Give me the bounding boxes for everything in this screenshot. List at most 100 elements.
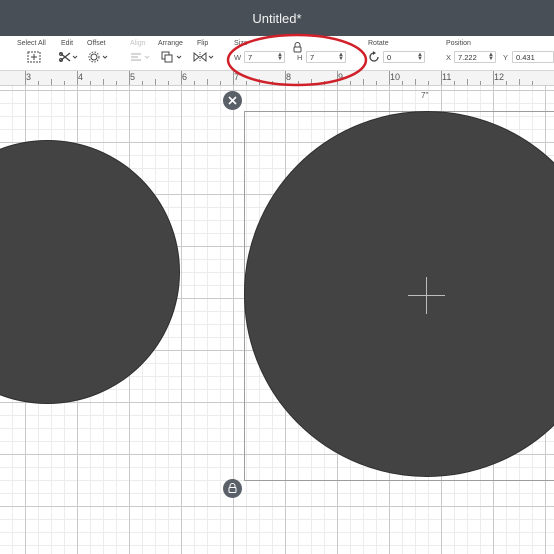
ruler-number: 4	[78, 72, 84, 82]
ruler-tick	[350, 81, 351, 85]
ruler-tick	[324, 81, 325, 85]
ruler-tick	[51, 79, 52, 85]
ruler-tick	[389, 71, 390, 85]
edit-icon[interactable]	[56, 50, 80, 64]
lock-icon	[228, 482, 237, 496]
ruler-number: 7	[234, 72, 240, 82]
selection-width-label: 7"	[421, 91, 429, 100]
ruler-tick	[519, 79, 520, 85]
ruler-number: 12	[494, 72, 505, 82]
width-field[interactable]: ▲▼	[244, 51, 285, 63]
align-label: Align	[130, 40, 146, 47]
ruler-number: 6	[182, 72, 188, 82]
delete-selection-button[interactable]	[223, 91, 242, 110]
offset-label: Offset	[87, 40, 106, 47]
flip-label: Flip	[197, 40, 209, 47]
select-all-icon[interactable]	[22, 50, 46, 64]
ruler-number: 9	[338, 72, 344, 82]
flip-group[interactable]: Flip	[190, 36, 218, 70]
edit-label: Edit	[61, 40, 74, 47]
ruler-tick	[246, 81, 247, 85]
ruler-tick	[103, 79, 104, 85]
ruler-number: 8	[286, 72, 292, 82]
size-group: Size W ▲▼ H ▲▼	[224, 36, 354, 70]
document-title: Untitled*	[252, 10, 302, 26]
offset-icon[interactable]	[86, 50, 110, 64]
ruler-tick	[90, 81, 91, 85]
close-icon	[228, 94, 237, 108]
ruler-tick	[272, 81, 273, 85]
select-all-group[interactable]: Select All	[14, 36, 54, 70]
edit-group[interactable]: Edit	[56, 36, 82, 70]
ruler-number: 11	[442, 72, 452, 82]
select-all-label: Select All	[17, 40, 46, 47]
arrange-label: Arrange	[158, 40, 183, 47]
width-label: W	[234, 53, 242, 62]
ruler-tick	[428, 81, 429, 85]
ruler-tick	[116, 81, 117, 85]
ruler-tick	[532, 81, 533, 85]
ruler-tick	[168, 81, 169, 85]
rotate-label: Rotate	[368, 40, 389, 47]
align-group: Align	[126, 36, 154, 70]
position-x-field[interactable]: ▲▼	[454, 51, 496, 63]
align-icon	[128, 50, 152, 64]
ruler-tick	[480, 81, 481, 85]
ruler-tick	[207, 79, 208, 85]
ruler-tick	[129, 71, 130, 85]
ruler-tick	[64, 81, 65, 85]
ruler-tick	[415, 79, 416, 85]
ruler-tick	[259, 79, 260, 85]
ruler-tick	[441, 71, 442, 85]
ruler-tick	[363, 79, 364, 85]
ruler-tick	[454, 81, 455, 85]
horizontal-ruler: 3 4 5 6 7 8 9 10 11 12	[0, 71, 554, 86]
position-x-label: X	[446, 53, 452, 62]
position-y-input[interactable]	[516, 52, 553, 62]
ruler-tick	[337, 71, 338, 85]
flip-icon[interactable]	[192, 50, 216, 64]
arrange-icon[interactable]	[160, 50, 184, 64]
ruler-tick	[155, 79, 156, 85]
ruler-tick	[142, 81, 143, 85]
width-stepper-icon[interactable]: ▲ ▼	[277, 52, 283, 62]
ruler-tick	[194, 81, 195, 85]
position-y-label: Y	[503, 53, 509, 62]
toolbar: Select All Edit Offset Align Arrange Fli…	[0, 36, 554, 71]
ruler-tick	[298, 81, 299, 85]
lock-aspect-button[interactable]	[223, 479, 242, 498]
ruler-tick	[285, 71, 286, 85]
arrange-group[interactable]: Arrange	[156, 36, 188, 70]
ruler-number: 5	[130, 72, 136, 82]
ruler-tick	[402, 81, 403, 85]
ruler-tick	[220, 81, 221, 85]
ruler-tick	[493, 71, 494, 85]
ruler-tick	[311, 79, 312, 85]
position-group: Position X ▲▼ Y	[442, 36, 554, 70]
title-bar: Untitled*	[0, 0, 554, 36]
center-crosshair-vertical	[426, 277, 427, 314]
ruler-tick	[376, 81, 377, 85]
rotate-field[interactable]: ▲▼	[383, 51, 425, 63]
design-canvas[interactable]: 7"	[0, 86, 554, 554]
ruler-tick	[25, 71, 26, 85]
rotate-icon[interactable]	[368, 51, 380, 65]
ruler-tick	[233, 71, 234, 85]
height-label: H	[297, 53, 303, 62]
height-field[interactable]: ▲▼	[306, 51, 346, 63]
height-stepper-icon[interactable]: ▲ ▼	[338, 52, 344, 62]
ruler-tick	[181, 71, 182, 85]
rotate-stepper-icon[interactable]: ▲ ▼	[417, 52, 423, 62]
circle-shape-unselected[interactable]	[0, 140, 180, 404]
ruler-tick	[77, 71, 78, 85]
ruler-number: 10	[390, 72, 401, 82]
size-label: Size	[234, 40, 248, 47]
position-y-field[interactable]	[512, 51, 554, 63]
ruler-tick	[38, 81, 39, 85]
position-label: Position	[446, 40, 471, 47]
ruler-tick	[506, 81, 507, 85]
rotate-group: Rotate ▲▼	[364, 36, 434, 70]
ruler-tick	[467, 79, 468, 85]
offset-group[interactable]: Offset	[84, 36, 112, 70]
position-x-stepper-icon[interactable]: ▲ ▼	[488, 52, 494, 62]
